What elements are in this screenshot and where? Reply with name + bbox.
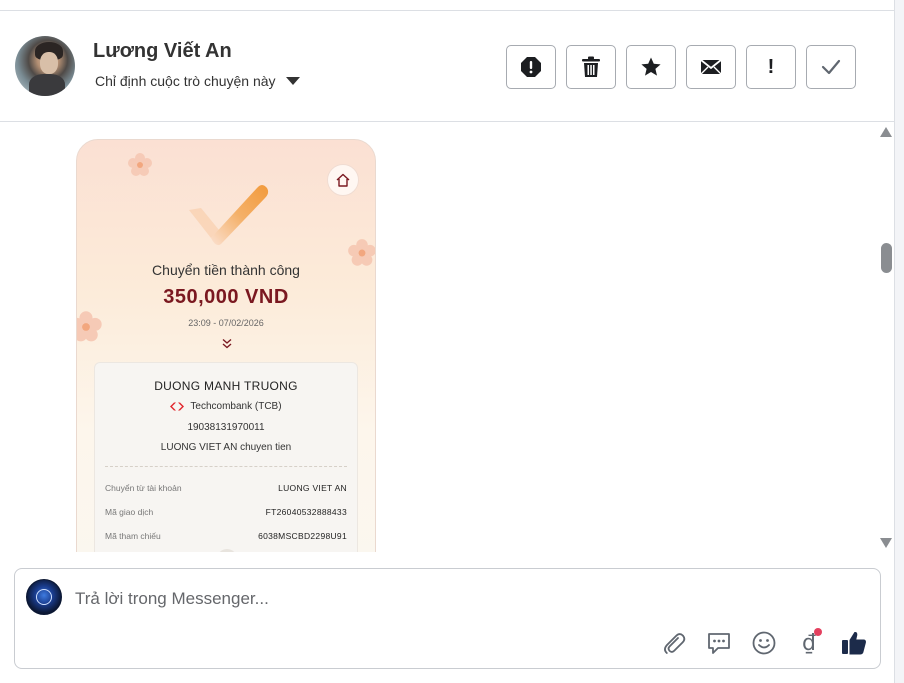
globe-icon <box>36 589 52 605</box>
send-like-button[interactable] <box>839 628 869 658</box>
reply-input[interactable] <box>75 589 675 609</box>
transfer-memo: LUONG VIET AN chuyen tien <box>160 442 292 453</box>
receipt-details-card: DUONG MANH TRUONG Techcombank (TCB) 1903… <box>94 362 358 558</box>
details-divider <box>105 466 347 467</box>
contact-name[interactable]: Lương Viết An <box>93 40 232 63</box>
alert-circle-icon <box>521 57 541 77</box>
payment-button[interactable]: ₫ <box>794 628 824 658</box>
header-divider <box>0 121 894 122</box>
receipt-title: Chuyển tiền thành công <box>152 262 300 278</box>
paperclip-icon <box>664 633 686 654</box>
delete-button[interactable] <box>566 45 616 89</box>
double-chevron-down-icon <box>222 338 232 353</box>
techcombank-logo-icon <box>170 402 185 411</box>
success-checkmark-icon <box>189 185 269 246</box>
mark-unread-button[interactable] <box>686 45 736 89</box>
chat-bubble-icon <box>708 633 730 654</box>
smiley-icon <box>752 631 776 655</box>
conversation-actions: ! <box>506 45 856 89</box>
composer-tools: ₫ <box>659 628 869 658</box>
recipient-bank: Techcombank (TCB) <box>190 401 282 412</box>
mark-done-button[interactable] <box>806 45 856 89</box>
exclamation-icon: ! <box>767 55 775 78</box>
receipt-datetime: 23:09 - 07/02/2026 <box>188 318 264 328</box>
attach-file-button[interactable] <box>659 628 689 658</box>
home-icon <box>327 164 359 196</box>
emoji-button[interactable] <box>749 628 779 658</box>
thumbs-up-icon <box>842 631 866 655</box>
caret-down-icon <box>285 77 300 85</box>
trash-icon <box>582 56 600 77</box>
page-avatar <box>26 579 62 615</box>
top-divider <box>0 10 894 11</box>
scroll-down-arrow-icon[interactable] <box>880 538 892 548</box>
star-icon <box>641 57 661 76</box>
blossom-icon <box>128 153 152 176</box>
assign-conversation-label: Chỉ định cuộc trò chuyện này <box>95 73 276 89</box>
messenger-conversation-panel: Lương Viết An Chỉ định cuộc trò chuyện n… <box>0 0 904 683</box>
recipient-name: DUONG MANH TRUONG <box>154 379 298 393</box>
assign-conversation-dropdown[interactable]: Chỉ định cuộc trò chuyện này <box>95 73 300 89</box>
detail-row: Chuyển từ tài khoản LUONG VIET AN <box>105 483 347 493</box>
checkmark-icon <box>821 59 841 75</box>
scrollbar-thumb[interactable] <box>881 243 892 273</box>
envelope-icon <box>700 59 722 75</box>
recipient-account-number: 19038131970011 <box>187 422 265 433</box>
notification-dot <box>814 628 822 636</box>
right-edge-strip <box>895 0 904 683</box>
star-button[interactable] <box>626 45 676 89</box>
scroll-up-arrow-icon[interactable] <box>880 127 892 137</box>
contact-avatar[interactable] <box>15 36 75 96</box>
receipt-amount: 350,000 VND <box>163 286 289 308</box>
transfer-receipt-image[interactable]: Chuyển tiền thành công 350,000 VND 23:09… <box>76 139 376 559</box>
follow-up-button[interactable]: ! <box>746 45 796 89</box>
detail-row: Mã tham chiếu 6038MSCBD2298U91 <box>105 531 347 541</box>
reply-composer: ₫ <box>14 568 881 669</box>
mark-spam-button[interactable] <box>506 45 556 89</box>
detail-row: Mã giao dịch FT26040532888433 <box>105 507 347 517</box>
saved-replies-button[interactable] <box>704 628 734 658</box>
